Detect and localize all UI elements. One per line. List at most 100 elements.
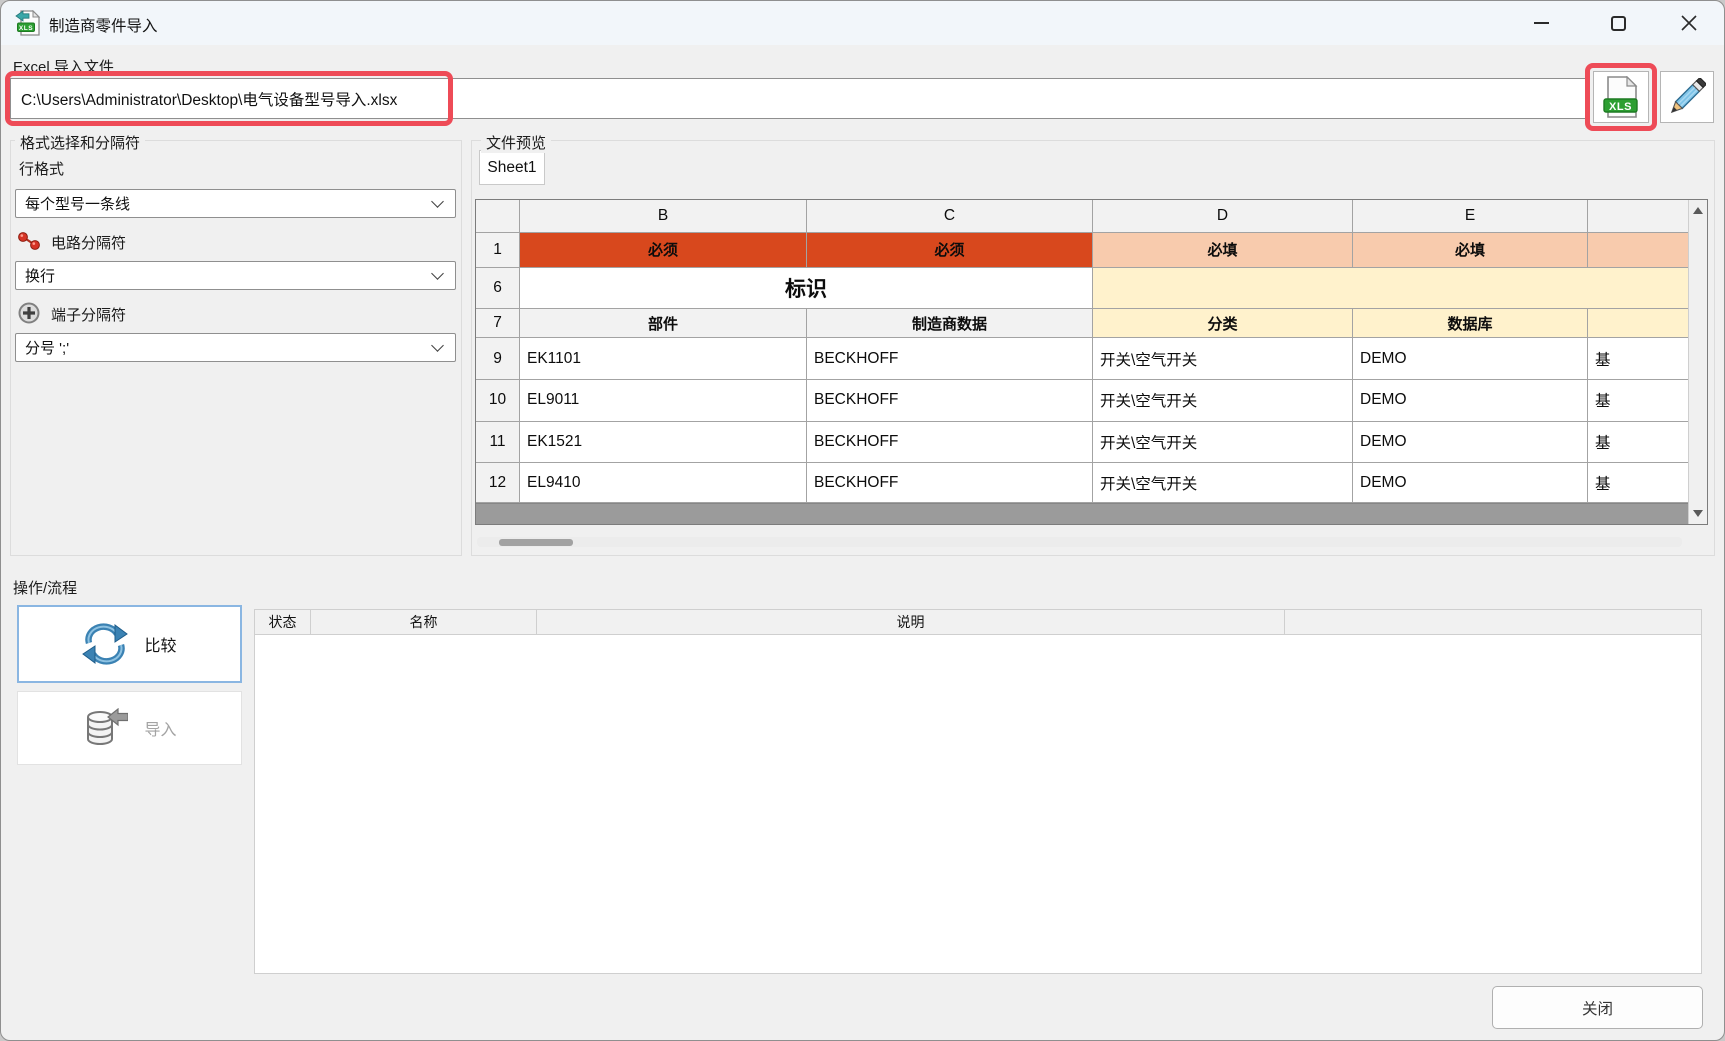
- cell-partial: 基: [1588, 338, 1688, 380]
- scroll-up-icon[interactable]: [1693, 207, 1703, 214]
- cell-optional: 必填: [1093, 233, 1353, 268]
- app-icon-xls-badge: XLS: [18, 25, 35, 32]
- circuit-separator-label: 电路分隔符: [51, 232, 126, 253]
- preview-grid: B C D E 1 必须 必须 必填 必填 6 标识: [475, 199, 1708, 525]
- cell-field-header: 部件: [520, 309, 807, 338]
- column-header-description[interactable]: 说明: [537, 610, 1285, 634]
- cell-category: 开关\空气开关: [1093, 422, 1353, 464]
- compare-button[interactable]: 比较: [17, 605, 242, 683]
- scrollbar-thumb[interactable]: [499, 539, 573, 546]
- cell-database: DEMO: [1353, 422, 1588, 464]
- cell-optional: 必填: [1353, 233, 1588, 268]
- row-header: 6: [476, 268, 520, 310]
- cell-manufacturer: BECKHOFF: [807, 463, 1093, 503]
- maximize-icon: [1611, 16, 1626, 31]
- grid-row-6: 6 标识: [476, 268, 1688, 310]
- row-header: 10: [476, 380, 520, 422]
- row-header: 11: [476, 422, 520, 464]
- row-header: 7: [476, 309, 520, 338]
- cell-field-header-empty: [1588, 309, 1688, 338]
- close-button[interactable]: 关闭: [1492, 986, 1703, 1029]
- cell-category: 开关\空气开关: [1093, 463, 1353, 503]
- cell-database: DEMO: [1353, 463, 1588, 503]
- xls-icon-badge: XLS: [1604, 101, 1637, 113]
- row-format-label: 行格式: [19, 158, 64, 179]
- grid-column-header-row: B C D E: [476, 200, 1688, 233]
- cell-partial: 基: [1588, 380, 1688, 422]
- cell-partial: 基: [1588, 422, 1688, 464]
- maximize-button[interactable]: [1595, 1, 1641, 45]
- terminal-separator-label: 端子分隔符: [51, 304, 126, 325]
- format-group-title: 格式选择和分隔符: [15, 132, 145, 153]
- chevron-down-icon: [431, 267, 444, 280]
- column-header-partial: [1588, 200, 1688, 233]
- row-format-select[interactable]: 每个型号一条线: [15, 189, 456, 218]
- cell-field-header: 数据库: [1353, 309, 1588, 338]
- cell-category: 开关\空气开关: [1093, 338, 1353, 380]
- cell-optional-empty: [1588, 233, 1688, 268]
- xls-file-icon: XLS: [1603, 76, 1639, 118]
- import-database-icon: [82, 708, 128, 748]
- result-list-header: 状态 名称 说明: [255, 610, 1701, 635]
- terminal-separator-value: 分号 ';': [25, 337, 69, 358]
- app-xls-import-icon: XLS: [15, 10, 41, 36]
- cell-manufacturer: BECKHOFF: [807, 338, 1093, 380]
- import-button[interactable]: 导入: [17, 691, 242, 765]
- grid-horizontal-scrollbar[interactable]: [476, 503, 1688, 524]
- grid-row-10: 10 EL9011 BECKHOFF 开关\空气开关 DEMO 基: [476, 380, 1688, 422]
- actions-title: 操作/流程: [13, 577, 77, 598]
- result-list: 状态 名称 说明: [254, 609, 1702, 974]
- cell-field-header: 制造商数据: [807, 309, 1093, 338]
- cell-category: 开关\空气开关: [1093, 380, 1353, 422]
- grid-row-9: 9 EK1101 BECKHOFF 开关\空气开关 DEMO 基: [476, 338, 1688, 380]
- cell-part: EK1101: [520, 338, 807, 380]
- column-header-b: B: [520, 200, 807, 233]
- cell-required: 必须: [807, 233, 1093, 268]
- grid-row-11: 11 EK1521 BECKHOFF 开关\空气开关 DEMO 基: [476, 422, 1688, 464]
- close-window-button[interactable]: [1666, 1, 1712, 45]
- column-header-status[interactable]: 状态: [255, 610, 311, 634]
- row-header: 9: [476, 338, 520, 380]
- pencil-icon: [1668, 78, 1706, 116]
- circuit-separator-select[interactable]: 换行: [15, 261, 456, 290]
- file-preview-title: 文件预览: [481, 132, 551, 153]
- tab-sheet1[interactable]: Sheet1: [479, 150, 545, 185]
- minimize-icon: [1534, 22, 1549, 24]
- close-icon: [1681, 15, 1697, 31]
- grid-row-1: 1 必须 必须 必填 必填: [476, 233, 1688, 268]
- cell-section-title: 标识: [520, 268, 1093, 310]
- window-title: 制造商零件导入: [49, 14, 158, 36]
- open-excel-file-button[interactable]: XLS: [1593, 71, 1649, 123]
- edit-file-button[interactable]: [1660, 71, 1714, 123]
- chevron-down-icon: [431, 195, 444, 208]
- grid-row-12: 12 EL9410 BECKHOFF 开关\空气开关 DEMO 基: [476, 463, 1688, 503]
- cell-partial: 基: [1588, 463, 1688, 503]
- cell-manufacturer: BECKHOFF: [807, 422, 1093, 464]
- circuit-separator-value: 换行: [25, 265, 55, 286]
- column-header-name[interactable]: 名称: [311, 610, 537, 634]
- title-bar: XLS 制造商零件导入: [1, 1, 1724, 45]
- row-format-value: 每个型号一条线: [25, 193, 130, 214]
- cell-database: DEMO: [1353, 380, 1588, 422]
- cell-part: EK1521: [520, 422, 807, 464]
- cell-part: EL9011: [520, 380, 807, 422]
- row-header: 1: [476, 233, 520, 268]
- grid-vertical-scrollbar[interactable]: [1688, 200, 1707, 524]
- minimize-button[interactable]: [1518, 1, 1564, 45]
- compare-button-label: 比较: [144, 632, 176, 656]
- import-button-label: 导入: [144, 716, 176, 740]
- cell-manufacturer: BECKHOFF: [807, 380, 1093, 422]
- cell-part: EL9410: [520, 463, 807, 503]
- scroll-down-icon[interactable]: [1693, 510, 1703, 517]
- cell-database: DEMO: [1353, 338, 1588, 380]
- terminal-separator-select[interactable]: 分号 ';': [15, 333, 456, 362]
- preview-horizontal-scrollbar[interactable]: [477, 537, 1682, 547]
- column-header-e: E: [1353, 200, 1588, 233]
- compare-sync-icon: [82, 623, 128, 665]
- chevron-down-icon: [431, 339, 444, 352]
- import-dialog-window: XLS 制造商零件导入 Excel 导入文件 XLS: [0, 0, 1725, 1041]
- file-path-input[interactable]: [10, 78, 1587, 119]
- column-header-filler: [1285, 610, 1701, 634]
- grid-corner-cell: [476, 200, 520, 233]
- column-header-d: D: [1093, 200, 1353, 233]
